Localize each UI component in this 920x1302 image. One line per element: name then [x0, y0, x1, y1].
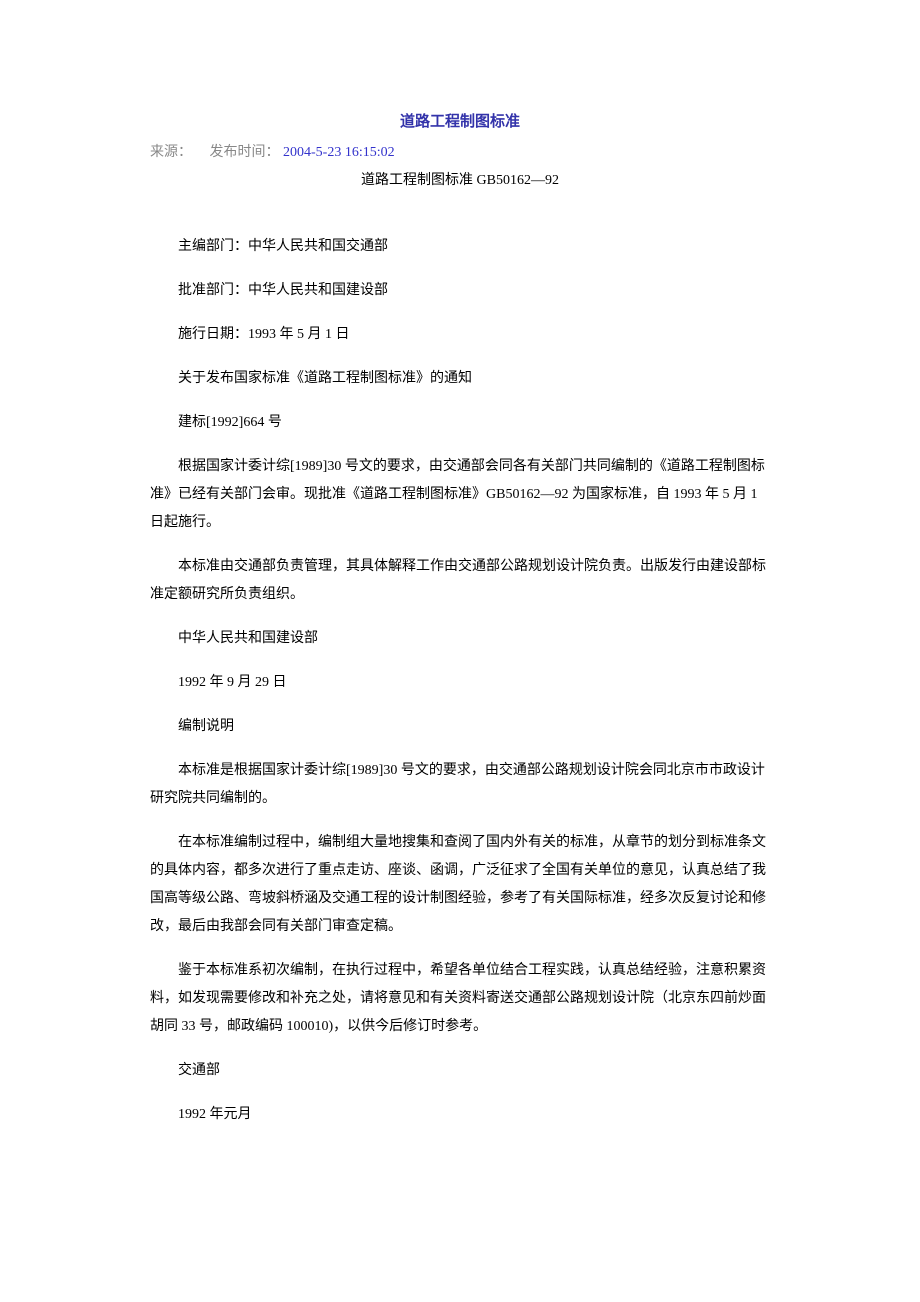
paragraph: 编制说明 — [150, 713, 770, 741]
paragraph: 在本标准编制过程中，编制组大量地搜集和查阅了国内外有关的标准，从章节的划分到标准… — [150, 829, 770, 941]
paragraph: 主编部门：中华人民共和国交通部 — [150, 233, 770, 261]
paragraph: 交通部 — [150, 1057, 770, 1085]
paragraph: 施行日期：1993 年 5 月 1 日 — [150, 321, 770, 349]
paragraph: 本标准由交通部负责管理，其具体解释工作由交通部公路规划设计院负责。出版发行由建设… — [150, 553, 770, 609]
pubtime-label-text: 发布时间： — [210, 145, 280, 160]
paragraph: 1992 年元月 — [150, 1101, 770, 1129]
document-subtitle: 道路工程制图标准 GB50162—92 — [150, 170, 770, 192]
paragraph: 中华人民共和国建设部 — [150, 625, 770, 653]
pubtime-label — [196, 145, 207, 160]
paragraph: 本标准是根据国家计委计综[1989]30 号文的要求，由交通部公路规划设计院会同… — [150, 757, 770, 813]
pubtime-value: 2004-5-23 16:15:02 — [283, 145, 395, 160]
paragraph: 鉴于本标准系初次编制，在执行过程中，希望各单位结合工程实践，认真总结经验，注意积… — [150, 957, 770, 1041]
paragraph: 1992 年 9 月 29 日 — [150, 669, 770, 697]
paragraph: 批准部门：中华人民共和国建设部 — [150, 277, 770, 305]
document-title: 道路工程制图标准 — [150, 110, 770, 134]
paragraph: 建标[1992]664 号 — [150, 409, 770, 437]
meta-line: 来源： 发布时间： 2004-5-23 16:15:02 — [150, 142, 770, 164]
source-label: 来源： — [150, 145, 192, 160]
paragraph: 关于发布国家标准《道路工程制图标准》的通知 — [150, 365, 770, 393]
paragraph: 根据国家计委计综[1989]30 号文的要求，由交通部会同各有关部门共同编制的《… — [150, 453, 770, 537]
